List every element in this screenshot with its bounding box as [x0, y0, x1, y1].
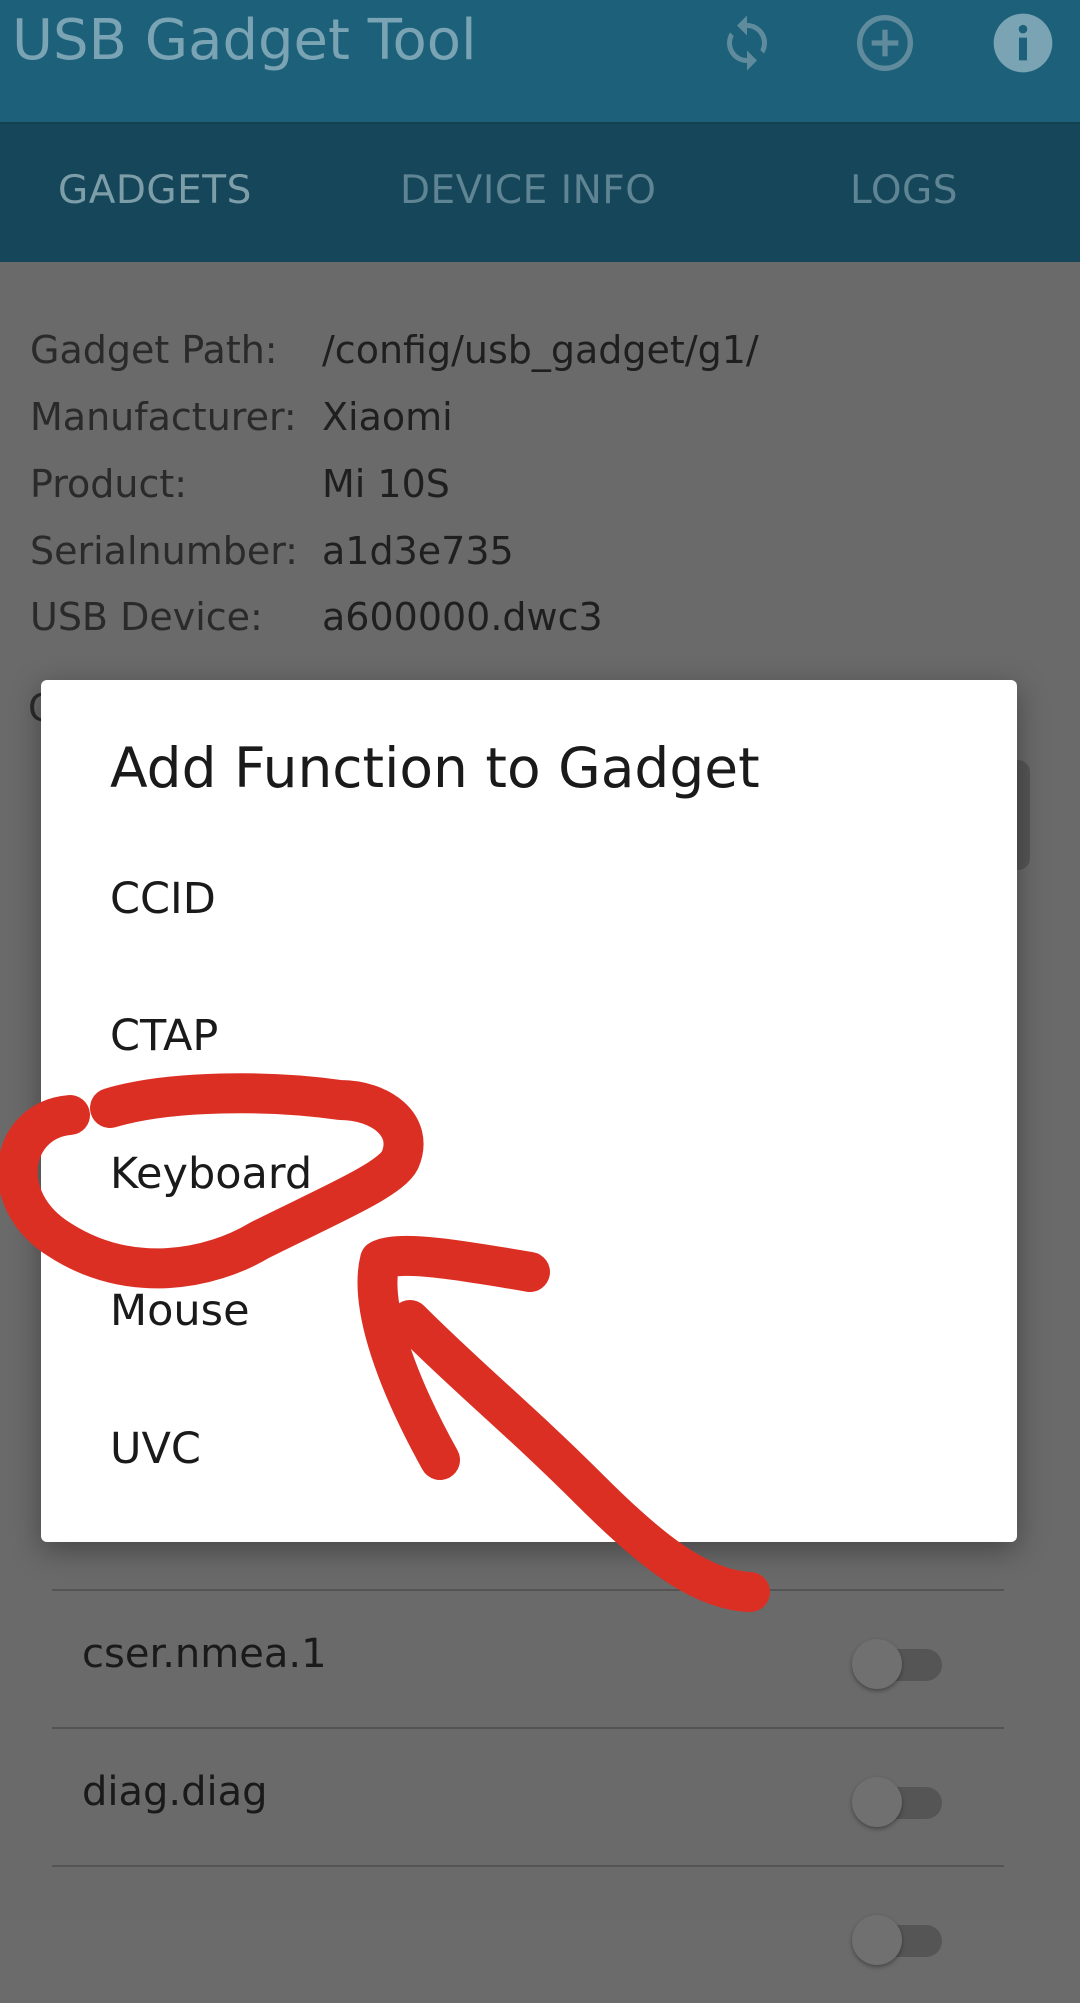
option-label: Mouse [110, 1286, 250, 1336]
option-uvc[interactable]: UVC [41, 1382, 1017, 1519]
info-key: Serialnumber: [30, 529, 298, 573]
toggle-knob [852, 1915, 902, 1965]
dialog-title: Add Function to Gadget [110, 736, 760, 800]
function-toggle[interactable] [852, 1777, 942, 1827]
info-value: Xiaomi [322, 395, 453, 439]
info-value: /config/usb_gadget/g1/ [322, 328, 759, 372]
info-key: USB Device: [30, 595, 263, 639]
option-label: CTAP [110, 1011, 219, 1061]
add-function-dialog: Add Function to Gadget CCID CTAP Keyboar… [41, 680, 1017, 1542]
info-key: Gadget Path: [30, 328, 278, 372]
gadget-info-card: Gadget Path: /config/usb_gadget/g1/ Manu… [0, 290, 1064, 690]
option-mouse[interactable]: Mouse [41, 1244, 1017, 1381]
app-title: USB Gadget Tool [12, 8, 477, 73]
list-item: cser.nmea.1 [52, 1589, 1004, 1727]
tab-device-info[interactable]: DEVICE INFO [400, 168, 656, 213]
tab-bar: GADGETS DEVICE INFO LOGS [0, 122, 1080, 262]
option-label: UVC [110, 1424, 201, 1474]
toggle-knob [852, 1639, 902, 1689]
function-toggle[interactable] [852, 1639, 942, 1689]
info-key: Product: [30, 462, 188, 506]
info-icon[interactable] [988, 8, 1058, 78]
function-toggle[interactable] [852, 1915, 942, 1965]
function-label: cser.nmea.1 [82, 1631, 327, 1677]
option-ctap[interactable]: CTAP [41, 969, 1017, 1106]
add-circle-icon[interactable] [850, 8, 920, 78]
toggle-knob [852, 1777, 902, 1827]
option-keyboard[interactable]: Keyboard [41, 1107, 1017, 1244]
option-label: CCID [110, 874, 216, 924]
list-item [52, 1865, 1004, 2003]
info-key: Manufacturer: [30, 395, 297, 439]
tab-logs[interactable]: LOGS [850, 168, 958, 213]
function-list: cser.nmea.1 diag.diag [52, 1589, 1004, 2003]
app-bar: USB Gadget Tool [0, 0, 1080, 122]
tab-gadgets[interactable]: GADGETS [58, 168, 252, 213]
info-value: Mi 10S [322, 462, 450, 506]
function-label: diag.diag [82, 1769, 268, 1815]
refresh-icon[interactable] [712, 8, 782, 78]
option-ccid[interactable]: CCID [41, 832, 1017, 969]
list-item: diag.diag [52, 1727, 1004, 1865]
info-value: a600000.dwc3 [322, 595, 603, 639]
info-value: a1d3e735 [322, 529, 514, 573]
option-label: Keyboard [110, 1149, 313, 1199]
